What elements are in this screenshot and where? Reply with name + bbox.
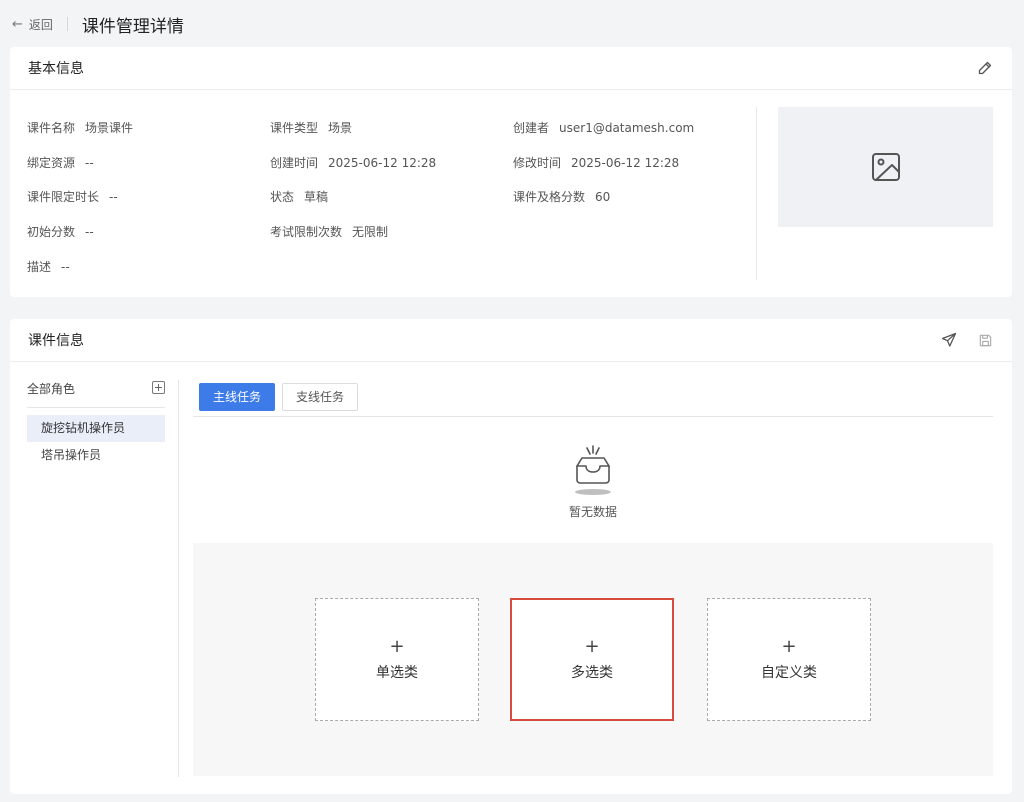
course-info-header: 课件信息 (10, 319, 1012, 362)
field-creator: 创建者 user1@datamesh.com (513, 121, 695, 135)
field-modified: 修改时间 2025-06-12 12:28 (513, 156, 680, 170)
back-button[interactable]: ← 返回 (12, 16, 53, 33)
header-divider (66, 17, 68, 31)
plus-icon: + (389, 635, 405, 657)
course-info-card: 课件信息 全部角色 旋挖钻机操作员 塔吊操作员 主线任务 支线任务 暂无数据 +… (10, 319, 1012, 794)
page-title: 课件管理详情 (81, 16, 184, 37)
tabs-divider (193, 416, 993, 417)
multi-choice-type-card[interactable]: + 多选类 (510, 598, 674, 721)
question-type-area: + 单选类 + 多选类 + 自定义类 (193, 543, 993, 776)
field-desc: 描述 -- (27, 260, 70, 274)
role-item[interactable]: 旋挖钻机操作员 (27, 415, 165, 442)
publish-button[interactable] (940, 331, 958, 349)
roles-divider (178, 380, 179, 777)
role-item[interactable]: 塔吊操作员 (27, 442, 165, 469)
info-divider (756, 107, 757, 280)
field-pass-score: 课件及格分数 60 (513, 190, 611, 204)
field-name: 课件名称 场景课件 (27, 121, 134, 135)
field-duration: 课件限定时长 -- (27, 190, 118, 204)
roles-header: 全部角色 (27, 380, 165, 408)
field-resource: 绑定资源 -- (27, 156, 94, 170)
roles-title: 全部角色 (27, 382, 76, 396)
cover-image-placeholder[interactable] (778, 107, 993, 227)
save-button[interactable] (976, 331, 994, 349)
field-created: 创建时间 2025-06-12 12:28 (270, 156, 437, 170)
course-actions (940, 331, 994, 349)
tab-side-task[interactable]: 支线任务 (282, 383, 359, 411)
image-icon (871, 153, 900, 181)
task-tabs: 主线任务 支线任务 (199, 383, 359, 411)
back-label: 返回 (28, 17, 53, 32)
arrow-left-icon: ← (12, 16, 23, 32)
roles-panel: 全部角色 旋挖钻机操作员 塔吊操作员 (10, 363, 178, 778)
empty-text: 暂无数据 (568, 505, 617, 519)
field-init-score: 初始分数 -- (27, 225, 94, 239)
custom-type-card[interactable]: + 自定义类 (707, 598, 871, 721)
basic-info-fields: 课件名称 场景课件 课件类型 场景 创建者 user1@datamesh.com 绑定… (10, 107, 755, 297)
type-label: 自定义类 (761, 664, 817, 681)
course-info-title: 课件信息 (28, 333, 84, 349)
plus-icon: + (781, 635, 797, 657)
basic-info-card: 基本信息 课件名称 场景课件 课件类型 场景 创建者 user1@datamesh.c… (10, 47, 1012, 297)
save-icon (979, 334, 991, 346)
type-label: 多选类 (571, 664, 613, 681)
tab-main-task[interactable]: 主线任务 (199, 383, 276, 411)
plus-icon: + (584, 635, 600, 657)
type-label: 单选类 (376, 664, 418, 681)
edit-button[interactable] (976, 59, 994, 77)
single-choice-type-card[interactable]: + 单选类 (315, 598, 479, 721)
send-icon (941, 332, 957, 347)
field-status: 状态 草稿 (270, 190, 329, 204)
field-type: 课件类型 场景 (270, 121, 353, 135)
empty-state (563, 444, 623, 502)
field-exam-limit: 考试限制次数 无限制 (270, 225, 389, 239)
add-role-icon[interactable] (152, 381, 165, 394)
basic-info-header: 基本信息 (10, 47, 1012, 90)
basic-info-title: 基本信息 (28, 61, 84, 77)
empty-inbox-icon (575, 445, 611, 495)
page-header: ← 返回 课件管理详情 (0, 0, 1024, 48)
pencil-icon (978, 61, 992, 75)
